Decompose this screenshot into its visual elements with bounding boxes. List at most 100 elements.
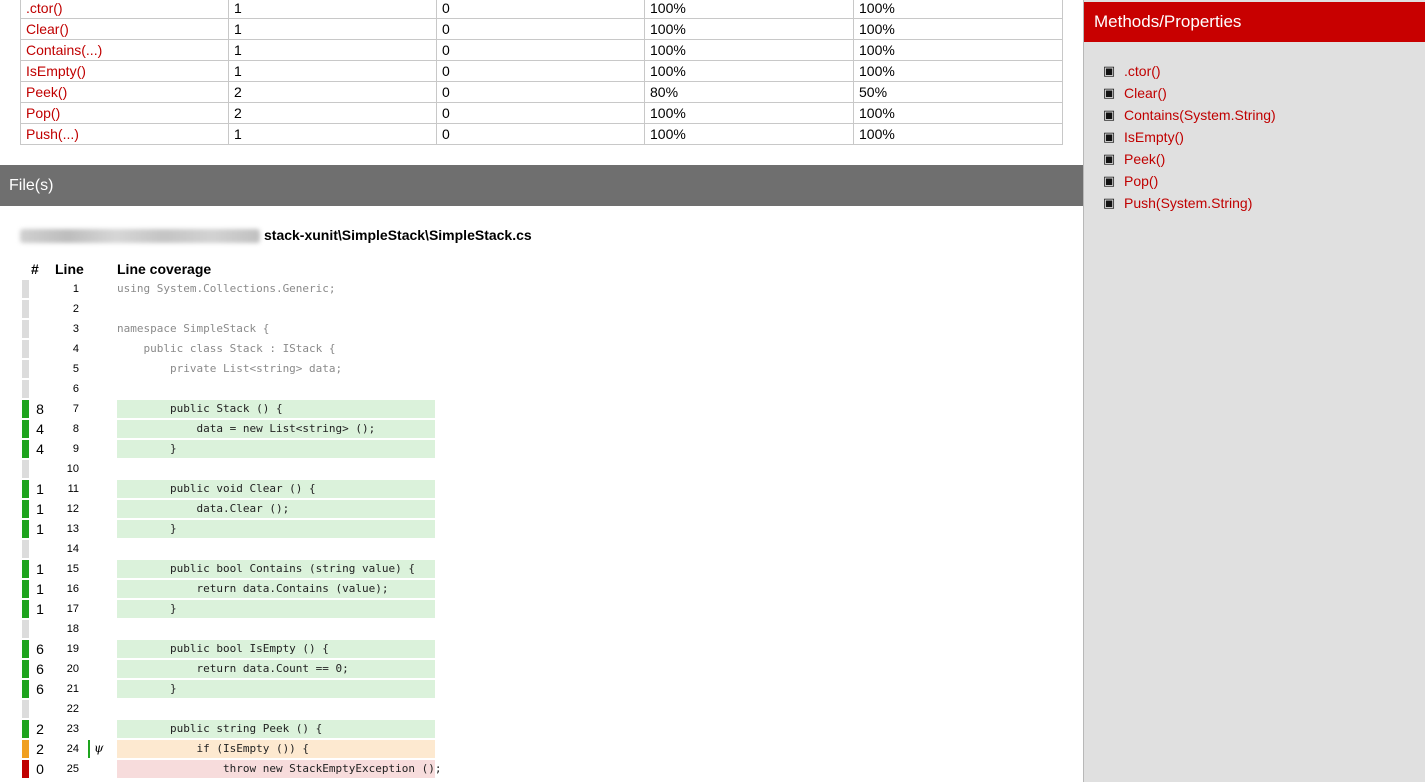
method-link[interactable]: Pop() xyxy=(26,105,60,121)
line-number: 4 xyxy=(72,343,79,355)
metric-value-cell: 0 xyxy=(436,102,645,124)
method-link[interactable]: .ctor() xyxy=(26,0,63,16)
sidebar-method-link[interactable]: ▣ Clear() xyxy=(1102,82,1276,104)
metric-value-cell: 1 xyxy=(228,39,437,61)
metric-value-cell: 1 xyxy=(228,123,437,145)
sidebar-method-label: Contains(System.String) xyxy=(1124,107,1276,123)
sidebar-method-link[interactable]: ▣ Push(System.String) xyxy=(1102,192,1276,214)
metric-value-cell: 50% xyxy=(853,81,1063,103)
source-code: throw new StackEmptyException (); xyxy=(117,760,442,778)
metric-value-cell: 100% xyxy=(644,60,854,82)
source-code: data.Clear (); xyxy=(117,500,435,518)
cube-icon: ▣ xyxy=(1102,195,1116,210)
code-line-row: 18 xyxy=(0,619,1080,639)
method-name-cell: IsEmpty() xyxy=(20,60,229,82)
source-code: using System.Collections.Generic; xyxy=(117,282,336,295)
cube-icon: ▣ xyxy=(1102,63,1116,78)
coverage-status-bar xyxy=(22,760,29,778)
sidebar-method-label: Pop() xyxy=(1124,173,1159,189)
metric-value-cell: 100% xyxy=(853,102,1063,124)
source-code: public bool Contains (string value) { xyxy=(117,560,435,578)
method-link[interactable]: Contains(...) xyxy=(26,42,102,58)
hit-count: 1 xyxy=(36,581,44,597)
line-number: 17 xyxy=(66,603,79,615)
code-line-row: 2 24 ψ if (IsEmpty ()) { xyxy=(0,739,1080,759)
line-number: 2 xyxy=(72,303,79,315)
cube-icon: ▣ xyxy=(1102,129,1116,144)
code-line-row: 6 19 public bool IsEmpty () { xyxy=(0,639,1080,659)
coverage-status-bar xyxy=(22,400,29,418)
code-line-row: 1 12 data.Clear (); xyxy=(0,499,1080,519)
sidebar-method-label: Push(System.String) xyxy=(1124,195,1253,211)
methods-sidebar: Methods/Properties ▣ .ctor() ▣ Clear() ▣ Cont… xyxy=(1083,0,1425,782)
line-number: 7 xyxy=(72,403,79,415)
line-number: 6 xyxy=(72,383,79,395)
coverage-status-bar xyxy=(22,500,29,518)
line-number: 16 xyxy=(66,583,79,595)
sidebar-method-link[interactable]: ▣ .ctor() xyxy=(1102,60,1276,82)
sidebar-method-link[interactable]: ▣ IsEmpty() xyxy=(1102,126,1276,148)
code-line-row: 10 xyxy=(0,459,1080,479)
cube-icon: ▣ xyxy=(1102,85,1116,100)
cube-icon: ▣ xyxy=(1102,107,1116,122)
methods-list: ▣ .ctor() ▣ Clear() ▣ Contains(System.String)… xyxy=(1102,60,1276,214)
source-code: public void Clear () { xyxy=(117,480,435,498)
line-number: 21 xyxy=(66,683,79,695)
coverage-status-bar xyxy=(22,720,29,738)
coverage-status-bar xyxy=(22,340,29,358)
coverage-report-page: .ctor() 1 0 100% 100% Clear() 1 0 100% 100% Contai… xyxy=(0,0,1425,782)
method-link[interactable]: IsEmpty() xyxy=(26,63,86,79)
code-line-row: 8 7 public Stack () { xyxy=(0,399,1080,419)
metric-value-cell: 0 xyxy=(436,18,645,40)
line-number: 10 xyxy=(66,463,79,475)
redacted-path-prefix xyxy=(20,229,260,244)
hit-count: 1 xyxy=(36,561,44,577)
coverage-status-bar xyxy=(22,740,29,758)
line-coverage-list: 1 using System.Collections.Generic; 2 3 name… xyxy=(0,279,1080,779)
method-link[interactable]: Peek() xyxy=(26,84,67,100)
method-link[interactable]: Clear() xyxy=(26,21,69,37)
line-number: 18 xyxy=(66,623,79,635)
metrics-row: Contains(...) 1 0 100% 100% xyxy=(20,39,1063,61)
branch-coverage-icon[interactable]: ψ xyxy=(88,740,103,758)
metrics-row: Clear() 1 0 100% 100% xyxy=(20,18,1063,40)
method-link[interactable]: Push(...) xyxy=(26,126,79,142)
coverage-status-bar xyxy=(22,640,29,658)
line-number: 25 xyxy=(66,763,79,775)
sidebar-method-link[interactable]: ▣ Contains(System.String) xyxy=(1102,104,1276,126)
coverage-status-bar xyxy=(22,360,29,378)
method-metrics-table: .ctor() 1 0 100% 100% Clear() 1 0 100% 100% Contai… xyxy=(20,0,1063,145)
source-code: namespace SimpleStack { xyxy=(117,322,270,335)
hit-count: 1 xyxy=(36,601,44,617)
metric-value-cell: 100% xyxy=(644,18,854,40)
sidebar-method-link[interactable]: ▣ Peek() xyxy=(1102,148,1276,170)
hits-column-header: # xyxy=(31,261,39,277)
code-line-row: 6 20 return data.Count == 0; xyxy=(0,659,1080,679)
metric-value-cell: 100% xyxy=(853,0,1063,19)
coverage-status-bar xyxy=(22,540,29,558)
metric-value-cell: 0 xyxy=(436,81,645,103)
code-line-row: 1 13 } xyxy=(0,519,1080,539)
line-number: 22 xyxy=(66,703,79,715)
metric-value-cell: 2 xyxy=(228,102,437,124)
method-name-cell: Contains(...) xyxy=(20,39,229,61)
line-number: 8 xyxy=(72,423,79,435)
cube-icon: ▣ xyxy=(1102,151,1116,166)
metric-value-cell: 100% xyxy=(644,39,854,61)
sidebar-method-link[interactable]: ▣ Pop() xyxy=(1102,170,1276,192)
metric-value-cell: 0 xyxy=(436,0,645,19)
method-name-cell: .ctor() xyxy=(20,0,229,19)
line-number: 9 xyxy=(72,443,79,455)
metric-value-cell: 0 xyxy=(436,39,645,61)
code-line-row: 5 private List<string> data; xyxy=(0,359,1080,379)
source-code: } xyxy=(117,600,435,618)
hit-count: 6 xyxy=(36,641,44,657)
line-number: 5 xyxy=(72,363,79,375)
line-number: 3 xyxy=(72,323,79,335)
sidebar-method-label: Clear() xyxy=(1124,85,1167,101)
coverage-status-bar xyxy=(22,420,29,438)
line-number: 15 xyxy=(66,563,79,575)
coverage-status-bar xyxy=(22,280,29,298)
sidebar-title: Methods/Properties xyxy=(1084,2,1425,42)
code-line-row: 22 xyxy=(0,699,1080,719)
